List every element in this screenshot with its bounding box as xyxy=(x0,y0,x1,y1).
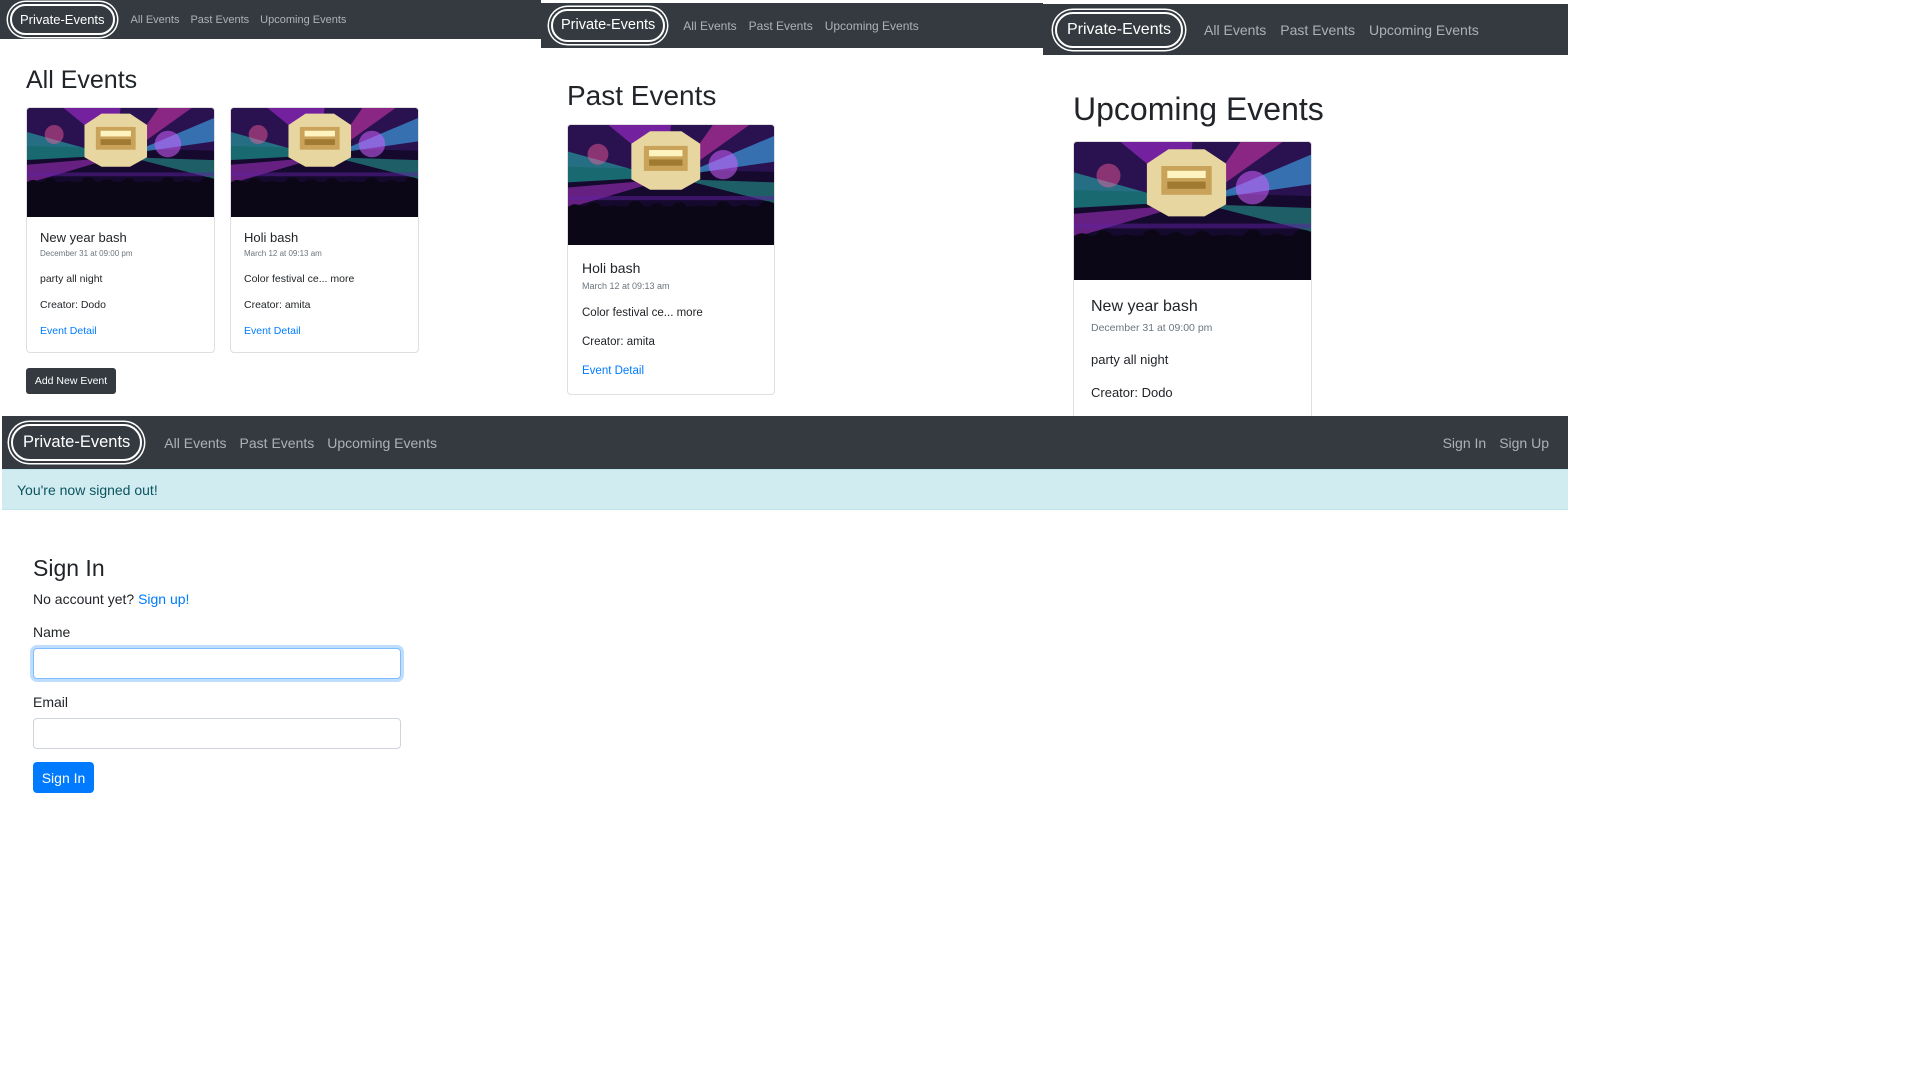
page-title: Upcoming Events xyxy=(1073,91,1324,127)
add-new-event-button[interactable]: Add New Event xyxy=(26,368,116,394)
navbar: Private-Events All Events Past Events Up… xyxy=(2,416,1568,469)
event-detail-link[interactable]: Event Detail xyxy=(244,325,301,337)
all-events-panel: Private-Events All Events Past Events Up… xyxy=(0,0,541,416)
concert-stage-image xyxy=(1074,142,1311,280)
upcoming-events-panel: Private-Events All Events Past Events Up… xyxy=(1043,0,1568,416)
nav-upcoming-events[interactable]: Upcoming Events xyxy=(1369,22,1479,38)
card-creator: Creator: Dodo xyxy=(40,299,106,311)
event-detail-link[interactable]: Event Detail xyxy=(40,325,97,337)
card-date: March 12 at 09:13 am xyxy=(244,249,322,258)
brand-link[interactable]: Private-Events xyxy=(10,4,115,35)
navbar: Private-Events All Events Past Events Up… xyxy=(1043,4,1568,55)
nav-all-events[interactable]: All Events xyxy=(1204,22,1266,38)
card-title: Holi bash xyxy=(582,260,641,276)
name-input[interactable] xyxy=(33,648,401,679)
nav-upcoming-events[interactable]: Upcoming Events xyxy=(327,435,437,451)
email-input[interactable] xyxy=(33,718,401,749)
signed-out-alert: You're now signed out! xyxy=(2,469,1568,510)
card-description: party all night xyxy=(40,273,103,285)
past-events-panel: Private-Events All Events Past Events Up… xyxy=(541,0,1043,416)
event-card: New year bash December 31 at 09:00 pm pa… xyxy=(26,107,215,353)
nav-sign-in[interactable]: Sign In xyxy=(1443,435,1487,451)
brand-link[interactable]: Private-Events xyxy=(551,9,666,42)
brand-link[interactable]: Private-Events xyxy=(11,424,143,461)
card-creator: Creator: amita xyxy=(582,336,655,348)
page-title: Sign In xyxy=(33,555,105,581)
navbar: Private-Events All Events Past Events Up… xyxy=(541,3,1043,48)
nav-past-events[interactable]: Past Events xyxy=(1280,22,1355,38)
nav-sign-up[interactable]: Sign Up xyxy=(1499,435,1549,451)
card-title: New year bash xyxy=(40,230,127,245)
card-description: party all night xyxy=(1091,352,1169,367)
sign-in-button[interactable]: Sign In xyxy=(33,762,94,793)
no-account-text: No account yet? Sign up! xyxy=(33,591,189,607)
name-label: Name xyxy=(33,624,71,640)
nav-upcoming-events[interactable]: Upcoming Events xyxy=(825,19,919,33)
nav-past-events[interactable]: Past Events xyxy=(749,19,813,33)
card-title: Holi bash xyxy=(244,230,299,245)
event-detail-link[interactable]: Event Detail xyxy=(582,365,644,377)
nav-all-events[interactable]: All Events xyxy=(683,19,736,33)
card-creator: Creator: amita xyxy=(244,299,311,311)
event-card: Holi bash March 12 at 09:13 am Color fes… xyxy=(230,107,419,353)
nav-upcoming-events[interactable]: Upcoming Events xyxy=(260,14,346,26)
alert-message: You're now signed out! xyxy=(17,481,158,498)
card-description: Color festival ce... more xyxy=(244,273,355,285)
concert-stage-image xyxy=(27,108,214,217)
sign-in-panel: Private-Events All Events Past Events Up… xyxy=(2,416,1568,882)
card-description: Color festival ce... more xyxy=(582,307,703,319)
card-title: New year bash xyxy=(1091,298,1198,315)
nav-past-events[interactable]: Past Events xyxy=(190,14,249,26)
email-label: Email xyxy=(33,694,69,710)
navbar: Private-Events All Events Past Events Up… xyxy=(0,0,541,39)
no-account-label: No account yet? xyxy=(33,591,135,607)
brand-link[interactable]: Private-Events xyxy=(1055,11,1184,48)
sign-up-link[interactable]: Sign up! xyxy=(138,591,189,607)
concert-stage-image xyxy=(568,125,774,245)
nav-all-events[interactable]: All Events xyxy=(164,435,226,451)
nav-all-events[interactable]: All Events xyxy=(131,14,180,26)
page-title: Past Events xyxy=(567,80,717,111)
card-date: March 12 at 09:13 am xyxy=(582,281,670,291)
event-card: Holi bash March 12 at 09:13 am Color fes… xyxy=(567,124,775,395)
card-date: December 31 at 09:00 pm xyxy=(40,249,133,258)
nav-past-events[interactable]: Past Events xyxy=(240,435,315,451)
card-creator: Creator: Dodo xyxy=(1091,385,1173,400)
card-date: December 31 at 09:00 pm xyxy=(1091,322,1213,334)
event-card: New year bash December 31 at 09:00 pm pa… xyxy=(1073,141,1312,416)
page-title: All Events xyxy=(26,66,138,94)
concert-stage-image xyxy=(231,108,418,217)
